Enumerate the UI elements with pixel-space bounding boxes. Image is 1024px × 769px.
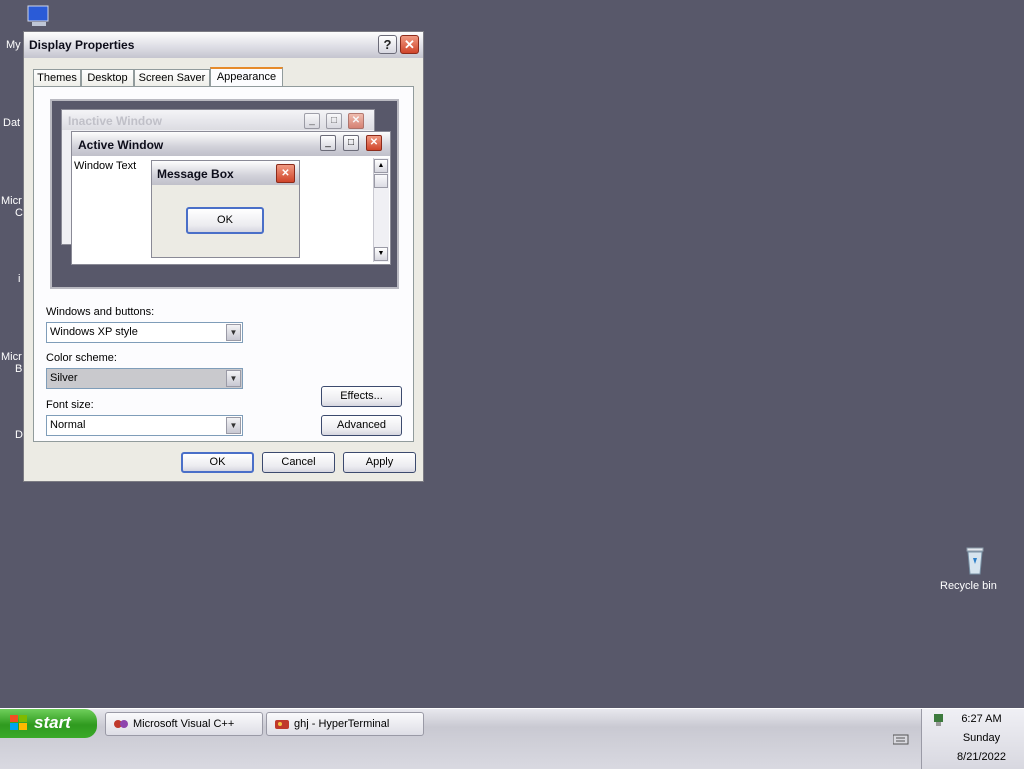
recycle-bin-icon	[964, 546, 986, 576]
ok-button[interactable]: OK	[181, 452, 254, 473]
effects-button[interactable]: Effects...	[321, 386, 402, 407]
message-box-title: Message Box	[157, 167, 234, 181]
chevron-down-icon[interactable]: ▼	[226, 417, 241, 434]
desktop-icon-label[interactable]: C	[15, 207, 23, 219]
scroll-down-icon: ▼	[374, 247, 388, 261]
apply-button[interactable]: Apply	[343, 452, 416, 473]
recycle-bin-label: Recycle bin	[940, 580, 997, 592]
color-scheme-label: Color scheme:	[46, 352, 117, 364]
close-button[interactable]: ✕	[400, 35, 419, 54]
system-tray: 6:27 AM Sunday 8/21/2022	[921, 709, 1024, 769]
chevron-down-icon[interactable]: ▼	[226, 370, 241, 387]
tab-desktop[interactable]: Desktop	[81, 69, 134, 87]
color-scheme-value: Silver	[50, 372, 78, 384]
start-button[interactable]: start	[0, 709, 97, 738]
cancel-button[interactable]: Cancel	[262, 452, 335, 473]
keyboard-icon[interactable]	[892, 733, 909, 748]
taskbar-item-label: ghj - HyperTerminal	[294, 718, 390, 730]
maximize-icon: □	[326, 113, 342, 129]
taskbar: start Microsoft Visual C++ ghj - HyperTe…	[0, 708, 1024, 769]
taskbar-item-label: Microsoft Visual C++	[133, 718, 235, 730]
font-size-value: Normal	[50, 419, 86, 431]
advanced-button[interactable]: Advanced	[321, 415, 402, 436]
scroll-up-icon: ▲	[374, 159, 388, 173]
appearance-preview: Inactive Window _ □ ✕ Active Window _ □ …	[50, 99, 399, 289]
window-text-sample: Window Text	[74, 160, 137, 172]
help-button[interactable]: ?	[378, 35, 397, 54]
recycle-bin[interactable]: Recycle bin	[940, 546, 1010, 592]
tab-screen-saver[interactable]: Screen Saver	[134, 69, 210, 87]
close-icon: ✕	[276, 164, 295, 183]
desktop-icon-label[interactable]: Micr	[1, 351, 22, 363]
font-size-select[interactable]: Normal ▼	[46, 415, 243, 436]
dialog-titlebar[interactable]: Display Properties ? ✕	[24, 32, 423, 58]
clock-day: Sunday	[962, 732, 1001, 744]
inactive-window-title: Inactive Window	[68, 114, 162, 128]
scroll-thumb	[374, 174, 388, 188]
desktop-icon-label[interactable]: My	[6, 39, 21, 51]
visual-cpp-icon	[113, 717, 129, 734]
windows-buttons-value: Windows XP style	[50, 326, 138, 338]
desktop-icon-label[interactable]: B	[15, 363, 22, 375]
my-computer-icon[interactable]	[26, 4, 52, 28]
windows-buttons-select[interactable]: Windows XP style ▼	[46, 322, 243, 343]
active-window-title: Active Window	[78, 138, 164, 152]
preview-scrollbar: ▲ ▼	[373, 158, 389, 262]
dialog-title: Display Properties	[29, 38, 135, 52]
desktop-icon-label[interactable]: Dat	[3, 117, 20, 129]
close-icon: ✕	[366, 135, 382, 151]
windows-buttons-label: Windows and buttons:	[46, 306, 155, 318]
clock-date: 8/21/2022	[957, 751, 1006, 763]
close-icon: ✕	[348, 113, 364, 129]
desktop-icon-label[interactable]: D	[15, 429, 23, 441]
taskbar-item-hyperterminal[interactable]: ghj - HyperTerminal	[266, 712, 424, 736]
windows-logo-icon	[10, 715, 28, 736]
minimize-icon: _	[304, 113, 320, 129]
message-box-ok-button: OK	[186, 207, 264, 234]
active-window-preview: Active Window _ □ ✕ Window Text ▲ ▼ Mess…	[71, 131, 391, 265]
color-scheme-select[interactable]: Silver ▼	[46, 368, 243, 389]
font-size-label: Font size:	[46, 399, 94, 411]
tab-appearance[interactable]: Appearance	[210, 67, 283, 88]
taskbar-item-visual-cpp[interactable]: Microsoft Visual C++	[105, 712, 263, 736]
appearance-panel: Inactive Window _ □ ✕ Active Window _ □ …	[33, 86, 414, 442]
minimize-icon: _	[320, 135, 336, 151]
display-properties-dialog: Display Properties ? ✕ Themes Desktop Sc…	[23, 31, 424, 482]
desktop-icon-label[interactable]: i	[18, 273, 20, 285]
maximize-icon: □	[343, 135, 359, 151]
clock-time[interactable]: 6:27 AM	[930, 713, 1024, 725]
start-label: start	[34, 713, 71, 732]
chevron-down-icon[interactable]: ▼	[226, 324, 241, 341]
hyperterminal-icon	[274, 717, 290, 734]
message-box-preview: Message Box ✕ OK	[151, 160, 300, 258]
tab-themes[interactable]: Themes	[33, 69, 81, 87]
desktop-icon-label[interactable]: Micr	[1, 195, 22, 207]
